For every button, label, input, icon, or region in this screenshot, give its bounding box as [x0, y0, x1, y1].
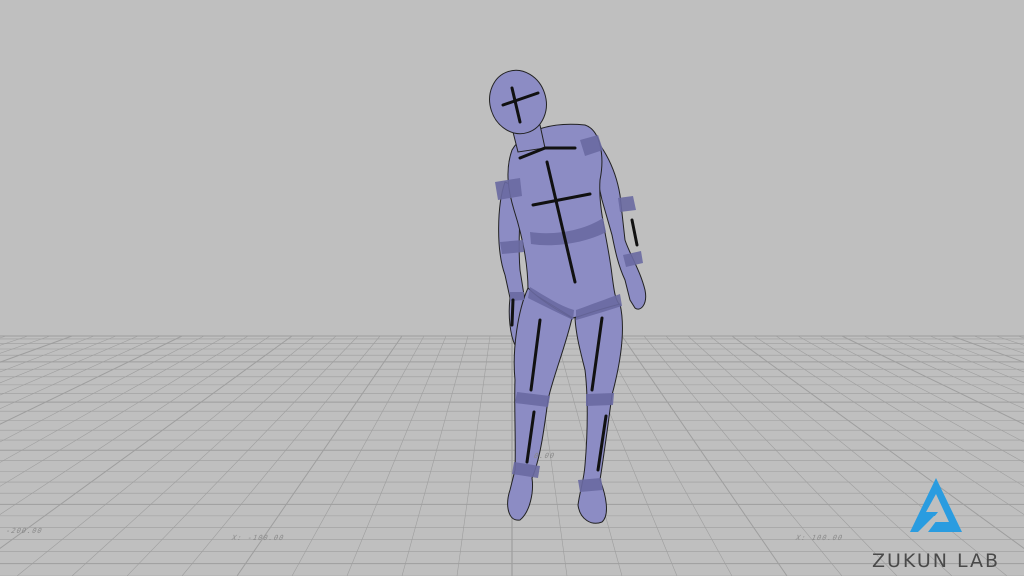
3d-viewport[interactable]: -200.00 X: -100.00 0.00 X: 100.00 ZUKUN … [0, 0, 1024, 576]
axis-label-mid: 0.00 [532, 452, 557, 460]
grid-line [621, 335, 788, 576]
grid-line [0, 335, 249, 487]
mannequin-figure[interactable] [481, 63, 647, 524]
grid-line [291, 335, 425, 576]
grid-line [0, 335, 117, 384]
grid-line [0, 335, 7, 339]
axis-label-right: X: 100.00 [794, 534, 845, 542]
logo-text: ZUKUN LAB [871, 550, 1001, 572]
triangle-logo-icon [910, 478, 962, 532]
grid-line [71, 335, 337, 576]
grid-line [0, 335, 51, 354]
grid-line [0, 335, 139, 396]
grid-line [346, 335, 447, 576]
grid-line [0, 335, 205, 443]
grid-line [401, 335, 469, 576]
grid-line [1017, 335, 1024, 339]
grid-line [0, 335, 29, 346]
zukun-lab-logo: ZUKUN LAB [856, 476, 1016, 572]
grid-line [456, 335, 491, 576]
grid-line [0, 335, 95, 373]
grid-line [0, 335, 161, 410]
axis-label-left: -200.00 [4, 527, 44, 535]
grid-line [0, 335, 227, 463]
grid-line [599, 335, 733, 576]
axis-label-center: X: -100.00 [230, 534, 286, 542]
